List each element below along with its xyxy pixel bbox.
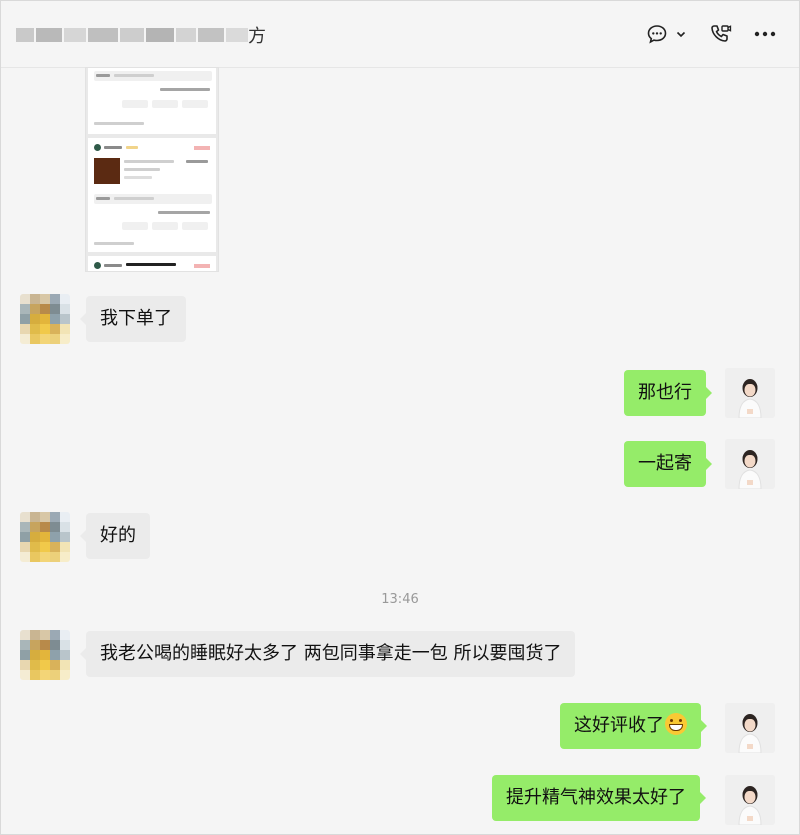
- message-bubble[interactable]: 我下单了: [80, 296, 186, 342]
- message-bubble[interactable]: 那也行: [624, 370, 712, 416]
- message-list[interactable]: 我下单了 那也行 一起寄 好的 13:46 我老公喝的睡眠好太多了 两包同事拿走…: [0, 68, 800, 835]
- my-avatar[interactable]: [725, 703, 775, 753]
- more-dots-icon[interactable]: [752, 20, 778, 48]
- timestamp: 13:46: [381, 592, 419, 607]
- my-avatar[interactable]: [725, 439, 775, 489]
- message-bubble[interactable]: 我老公喝的睡眠好太多了 两包同事拿走一包 所以要囤货了: [79, 631, 576, 677]
- grinning-face-emoji-icon: [665, 713, 687, 735]
- contact-name-blurred: [16, 24, 256, 46]
- phone-video-icon[interactable]: [707, 20, 733, 48]
- chevron-down-icon[interactable]: [674, 20, 688, 48]
- chat-header: 方: [0, 0, 800, 68]
- message-bubble[interactable]: 一起寄: [624, 441, 712, 487]
- chat-bubble-icon[interactable]: [645, 20, 669, 48]
- order-screenshot-image[interactable]: [86, 68, 218, 271]
- message-text: 这好评收了: [574, 715, 664, 736]
- contact-avatar[interactable]: [20, 630, 70, 680]
- contact-avatar[interactable]: [20, 512, 70, 562]
- message-bubble[interactable]: 好的: [80, 513, 150, 559]
- contact-name-tail: 方: [248, 26, 266, 47]
- my-avatar[interactable]: [725, 368, 775, 418]
- contact-avatar[interactable]: [20, 294, 70, 344]
- message-bubble[interactable]: 这好评收了: [560, 703, 707, 749]
- message-bubble[interactable]: 提升精气神效果太好了: [492, 775, 706, 821]
- my-avatar[interactable]: [725, 775, 775, 825]
